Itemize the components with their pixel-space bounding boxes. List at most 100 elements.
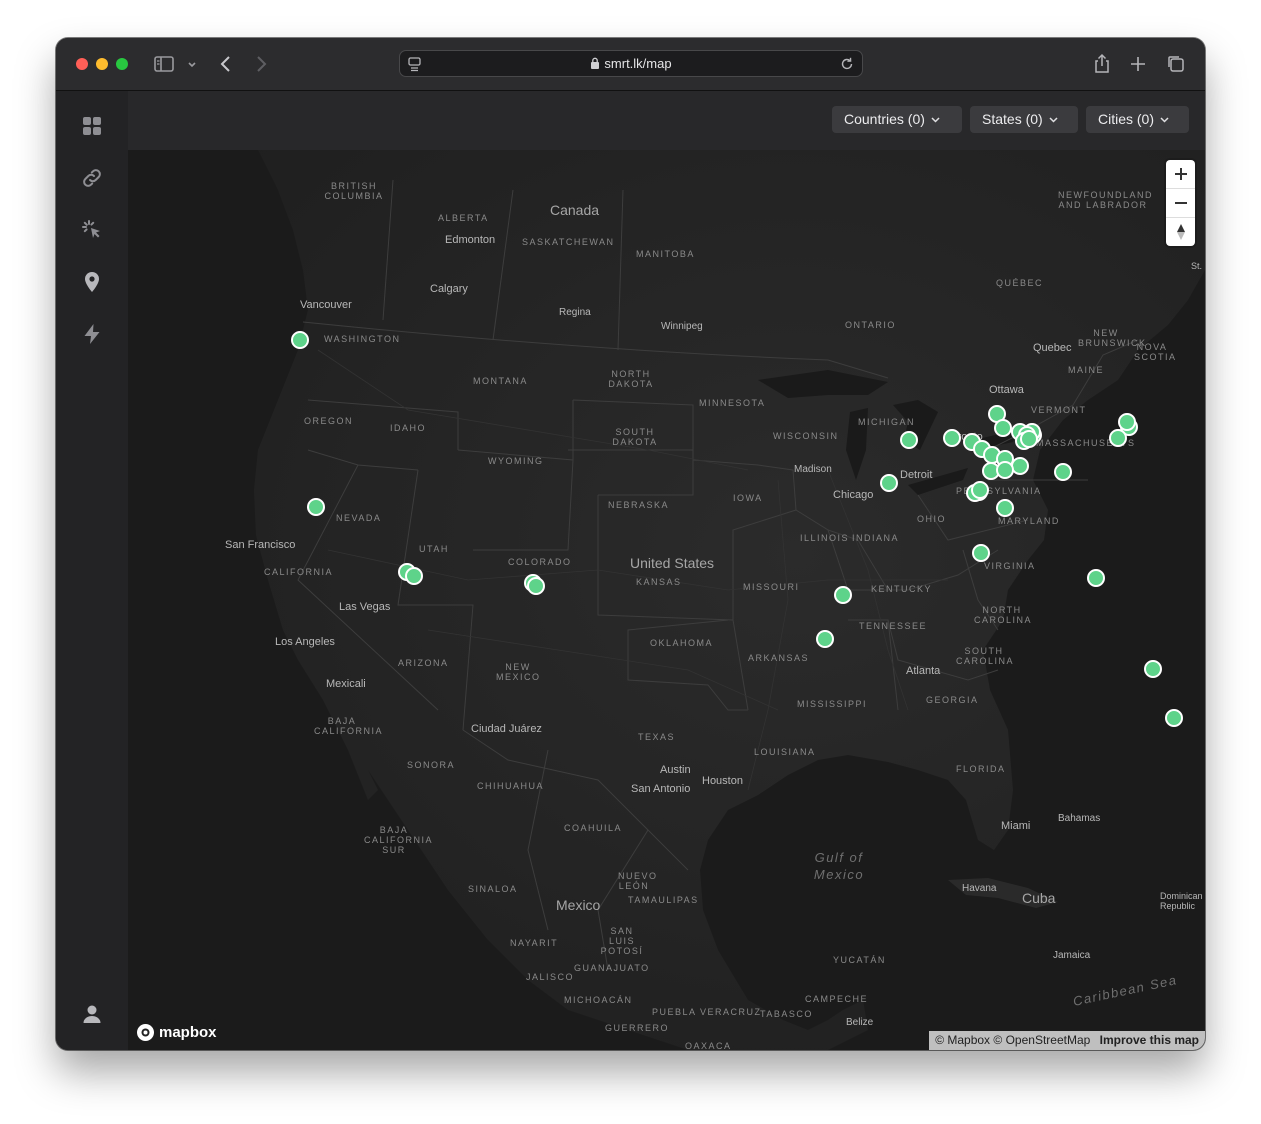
map-label-arizona: ARIZONA	[398, 658, 449, 668]
location-marker[interactable]	[1143, 660, 1162, 679]
app-sidebar	[56, 91, 128, 1050]
countries-filter-label: Countries (0)	[844, 111, 925, 127]
location-marker[interactable]	[526, 576, 545, 595]
chevron-down-icon	[1049, 117, 1058, 123]
compass-icon	[1176, 224, 1185, 240]
attribution-mapbox-link[interactable]: © Mapbox	[935, 1033, 990, 1047]
improve-map-link[interactable]: Improve this map	[1100, 1033, 1199, 1047]
location-marker[interactable]	[971, 480, 989, 499]
map-label-gulf-of-mexico: Gulf of Mexico	[813, 850, 865, 882]
map-label-vancouver: Vancouver	[300, 299, 352, 311]
share-icon[interactable]	[1090, 52, 1114, 76]
sidebar-toggle-icon[interactable]	[152, 52, 176, 76]
map-label-idaho: IDAHO	[390, 423, 427, 433]
map-label-jamaica: Jamaica	[1053, 950, 1091, 961]
map-label-maryland: MARYLAND	[998, 516, 1060, 526]
forward-arrow-icon[interactable]	[249, 52, 273, 76]
attribution-osm-link[interactable]: © OpenStreetMap	[993, 1033, 1090, 1047]
map-attribution: © Mapbox © OpenStreetMap Improve this ma…	[929, 1031, 1205, 1050]
maximize-window-button[interactable]	[116, 58, 128, 70]
location-marker[interactable]	[834, 585, 853, 604]
map-label-nova-scotia: NOVA SCOTIA	[1134, 342, 1177, 362]
map-label-maine: MAINE	[1068, 365, 1105, 375]
location-marker[interactable]	[879, 474, 898, 493]
back-arrow-icon[interactable]	[214, 52, 238, 76]
map-label-wyoming: WYOMING	[488, 456, 544, 466]
map-label-north-dakota: NORTH DAKOTA	[608, 369, 654, 389]
link-icon[interactable]	[80, 166, 104, 190]
location-marker[interactable]	[307, 497, 326, 516]
lightning-icon[interactable]	[80, 322, 104, 346]
mapbox-logo[interactable]: mapbox	[136, 1022, 217, 1042]
map-label-british-columbia: BRITISH COLUMBIA	[324, 181, 384, 201]
new-tab-icon[interactable]	[1126, 52, 1150, 76]
close-window-button[interactable]	[76, 58, 88, 70]
chevron-down-icon[interactable]	[182, 52, 202, 76]
zoom-out-button[interactable]	[1166, 189, 1195, 217]
map-pin-icon[interactable]	[80, 270, 104, 294]
map-label-virginia: VIRGINIA	[984, 561, 1036, 571]
map-label-tennessee: TENNESSEE	[859, 621, 928, 631]
minimize-window-button[interactable]	[96, 58, 108, 70]
map-label-dominican-republic: Dominican Republic	[1160, 891, 1203, 911]
map-label-los-angeles: Los Angeles	[275, 636, 335, 648]
map-label-wisconsin: WISCONSIN	[773, 431, 839, 441]
map-label-georgia: GEORGIA	[926, 695, 979, 705]
map-label-winnipeg: Winnipeg	[661, 321, 703, 332]
tab-overview-icon[interactable]	[1164, 52, 1188, 76]
location-marker[interactable]	[290, 331, 309, 349]
lock-icon	[590, 57, 600, 72]
location-marker[interactable]	[943, 429, 962, 448]
map-label-baja-california: BAJA CALIFORNIA	[314, 716, 384, 736]
click-icon[interactable]	[80, 218, 104, 242]
map-label-st: St.	[1191, 261, 1203, 271]
countries-filter-button[interactable]: Countries (0)	[832, 106, 962, 133]
user-icon[interactable]	[80, 1002, 104, 1026]
map-label-south-dakota: SOUTH DAKOTA	[612, 427, 658, 447]
location-marker[interactable]	[1118, 413, 1137, 432]
zoom-in-button[interactable]	[1166, 160, 1195, 188]
states-filter-button[interactable]: States (0)	[970, 106, 1078, 133]
location-marker[interactable]	[972, 543, 990, 562]
plus-icon	[1174, 168, 1187, 180]
reload-icon[interactable]	[838, 55, 856, 78]
map-label-newfoundland: NEWFOUNDLAND AND LABRADOR	[1058, 190, 1154, 210]
map-label-bahamas: Bahamas	[1058, 813, 1101, 824]
grid-icon[interactable]	[80, 114, 104, 138]
map-label-arkansas: ARKANSAS	[748, 653, 810, 663]
map-label-regina: Regina	[559, 307, 591, 318]
filter-bar: Countries (0) States (0) Cities (0)	[128, 91, 1205, 150]
map-label-cuba: Cuba	[1022, 890, 1056, 906]
location-marker[interactable]	[995, 498, 1014, 517]
location-marker[interactable]	[815, 629, 834, 648]
location-marker[interactable]	[1164, 709, 1183, 728]
cities-filter-button[interactable]: Cities (0)	[1086, 106, 1189, 133]
map-label-madison: Madison	[794, 464, 832, 475]
location-marker[interactable]	[1086, 568, 1105, 587]
map-label-austin: Austin	[660, 764, 691, 776]
map-basemap	[128, 150, 1205, 1050]
compass-reset-button[interactable]	[1166, 218, 1195, 246]
location-marker[interactable]	[1109, 429, 1128, 448]
map-label-sonora: SONORA	[407, 760, 456, 770]
address-bar[interactable]: smrt.lk/map	[399, 50, 863, 77]
location-marker[interactable]	[996, 461, 1015, 480]
location-marker[interactable]	[405, 567, 424, 586]
map-label-mexico: Mexico	[556, 897, 601, 913]
map-label-calgary: Calgary	[430, 283, 468, 295]
map-label-jalisco: JALISCO	[526, 972, 575, 982]
location-marker[interactable]	[1019, 430, 1038, 449]
map-label-sinaloa: SINALOA	[468, 884, 518, 894]
location-marker[interactable]	[899, 430, 918, 449]
map-label-north-carolina: NORTH CAROLINA	[974, 605, 1033, 625]
location-marker[interactable]	[1053, 462, 1072, 481]
map-label-ciudad-juarez: Ciudad Juárez	[471, 723, 542, 735]
map-label-atlanta: Atlanta	[906, 665, 941, 677]
location-marker[interactable]	[994, 418, 1013, 437]
map-label-tamaulipas: TAMAULIPAS	[628, 895, 699, 905]
minus-icon	[1174, 202, 1187, 204]
map-canvas[interactable]: Canada United States Mexico Cuba BRITISH…	[128, 150, 1205, 1050]
map-label-houston: Houston	[702, 775, 743, 787]
map-label-puebla-veracruz: PUEBLA VERACRUZ	[652, 1007, 762, 1017]
map-label-guanajuato: GUANAJUATO	[574, 963, 650, 973]
